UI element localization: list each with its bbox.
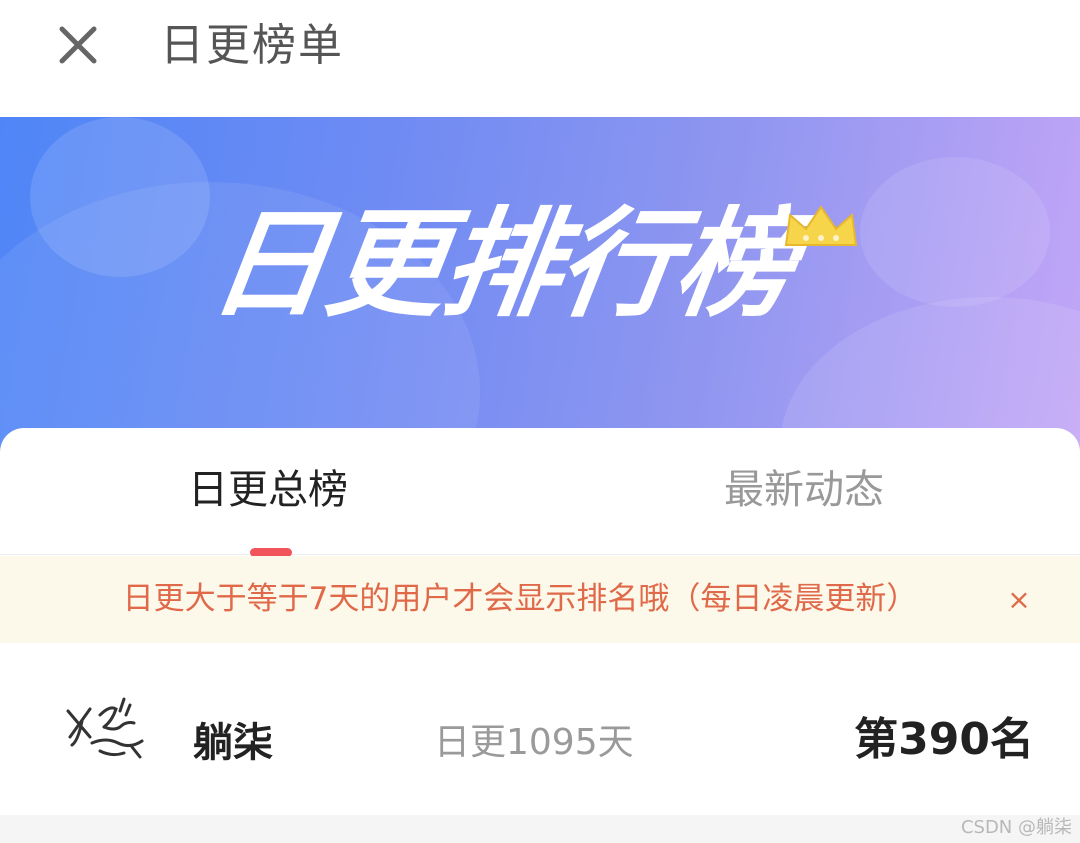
- notice-bar: 日更大于等于7天的用户才会显示排名哦（每日凌晨更新） ×: [0, 556, 1080, 643]
- top-bar: 日更榜单: [0, 0, 1080, 117]
- banner-title: 日更排行榜: [202, 195, 802, 333]
- close-icon: [59, 26, 97, 64]
- banner-decoration: [30, 117, 210, 277]
- banner-decoration: [860, 157, 1050, 307]
- rank-position: 第390名: [854, 714, 1034, 765]
- watermark: CSDN @躺柒: [960, 817, 1072, 838]
- crown-icon: [784, 205, 858, 246]
- banner: 日更排行榜: [0, 117, 1080, 457]
- update-days: 日更1095天: [434, 722, 634, 763]
- tab-latest-activity[interactable]: 最新动态: [724, 464, 884, 516]
- ranking-card: 日更总榜 最新动态 日更大于等于7天的用户才会显示排名哦（每日凌晨更新） × 躺…: [0, 428, 1080, 815]
- close-button[interactable]: [54, 21, 102, 69]
- page-title: 日更榜单: [160, 20, 344, 71]
- ranking-row[interactable]: 躺柒 日更1095天 第390名: [0, 643, 1080, 815]
- tab-bar: 日更总榜 最新动态: [0, 428, 1080, 557]
- notice-close-button[interactable]: ×: [1004, 582, 1034, 618]
- notice-text: 日更大于等于7天的用户才会显示排名哦（每日凌晨更新）: [122, 581, 918, 617]
- username: 躺柒: [193, 720, 273, 766]
- tab-daily-total[interactable]: 日更总榜: [188, 464, 348, 516]
- avatar[interactable]: [60, 681, 152, 773]
